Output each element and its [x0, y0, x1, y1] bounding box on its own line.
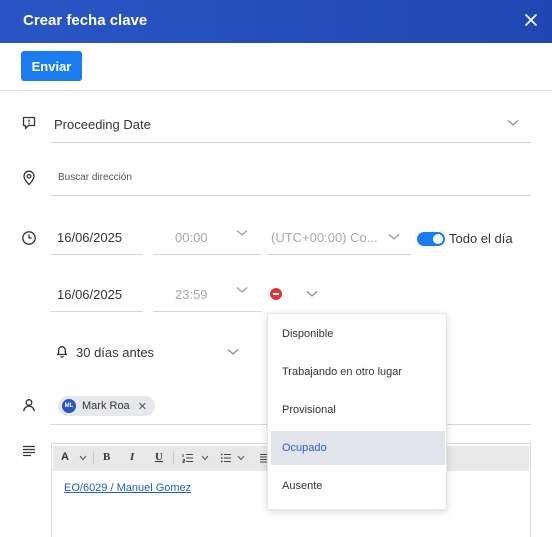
bold-button[interactable]: B [103, 451, 110, 463]
attendee-chip[interactable]: ML Mark Roa ✕ [58, 396, 155, 416]
availability-dropdown: Disponible Trabajando en otro lugar Prov… [267, 313, 447, 510]
toolbar-separator [173, 451, 174, 465]
chevron-down-icon[interactable] [79, 455, 87, 461]
availability-option-disponible[interactable]: Disponible [271, 317, 445, 351]
availability-option-trabajando[interactable]: Trabajando en otro lugar [271, 355, 445, 389]
numbered-list-icon[interactable] [182, 452, 194, 464]
timezone-select[interactable]: (UTC+00:00) Co... [271, 230, 378, 245]
chevron-down-icon[interactable] [507, 119, 519, 127]
address-input[interactable]: Buscar dirección [58, 172, 132, 183]
end-time-underline [153, 311, 261, 312]
availability-option-ocupado[interactable]: Ocupado [271, 431, 445, 465]
person-icon [23, 399, 35, 412]
event-type-underline [51, 142, 531, 143]
alert-message-icon [22, 116, 36, 130]
end-date-underline [51, 311, 143, 312]
end-time-select[interactable]: 23:59 [175, 287, 208, 302]
attendee-name: Mark Roa [82, 400, 130, 412]
chevron-down-icon[interactable] [306, 290, 318, 298]
timezone-underline [266, 254, 411, 255]
availability-option-provisional[interactable]: Provisional [271, 393, 445, 427]
body-link[interactable]: EO/6029 / Manuel Gomez [64, 482, 191, 494]
bullet-list-icon[interactable] [220, 452, 232, 464]
reminder-select[interactable]: 30 días antes [76, 345, 154, 360]
send-button[interactable]: Enviar [21, 51, 82, 81]
start-date-underline [51, 254, 143, 255]
chevron-down-icon[interactable] [227, 348, 239, 356]
avatar: ML [62, 399, 76, 413]
dialog-header: Crear fecha clave [0, 0, 552, 43]
start-date-input[interactable]: 16/06/2025 [57, 230, 122, 245]
italic-button[interactable]: I [130, 451, 134, 463]
dialog-title: Crear fecha clave [23, 12, 148, 29]
underline-button[interactable]: U [155, 451, 163, 463]
start-time-underline [153, 254, 261, 255]
chevron-down-icon[interactable] [236, 286, 248, 294]
chevron-down-icon[interactable] [237, 455, 245, 461]
busy-status-icon[interactable] [270, 288, 282, 300]
location-pin-icon [23, 170, 35, 186]
bell-icon [56, 346, 68, 358]
text-lines-icon [23, 445, 35, 457]
all-day-label: Todo el día [449, 231, 513, 246]
availability-option-ausente[interactable]: Ausente [271, 469, 445, 503]
clock-icon [22, 231, 36, 245]
start-time-select[interactable]: 00:00 [175, 230, 208, 245]
end-date-input[interactable]: 16/06/2025 [57, 287, 122, 302]
remove-attendee-icon[interactable]: ✕ [138, 400, 147, 413]
chevron-down-icon[interactable] [236, 229, 248, 237]
event-type-select[interactable]: Proceeding Date [54, 117, 151, 132]
font-color-button[interactable]: A [61, 451, 69, 463]
toolbar-divider [0, 90, 552, 91]
all-day-toggle[interactable] [417, 232, 445, 246]
close-icon[interactable] [522, 11, 540, 29]
toolbar-separator [93, 451, 94, 465]
chevron-down-icon[interactable] [388, 233, 400, 241]
address-underline [51, 195, 531, 196]
chevron-down-icon[interactable] [201, 455, 209, 461]
